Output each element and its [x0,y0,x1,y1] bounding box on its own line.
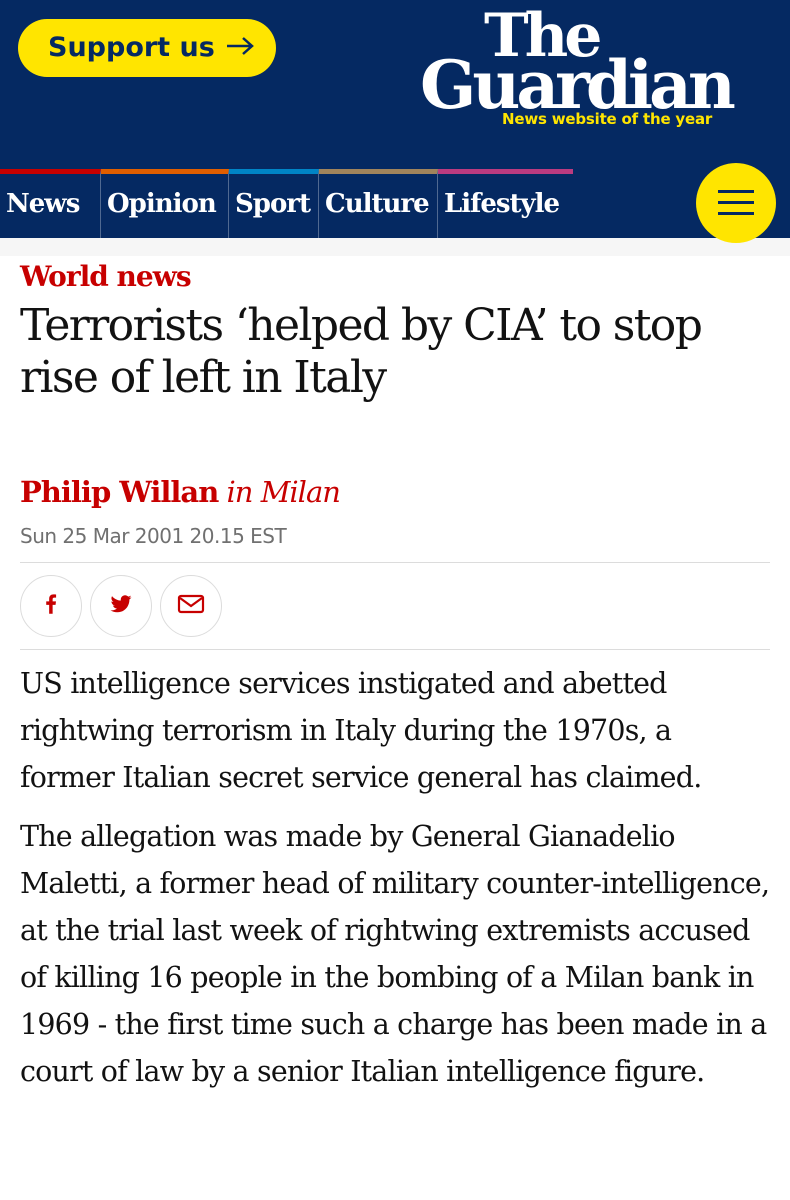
share-twitter-button[interactable] [90,575,152,637]
headline: Terrorists ‘helped by CIA’ to stop rise … [20,300,703,403]
logo-tagline: News website of the year [502,110,713,128]
nav-opinion[interactable]: Opinion [101,169,229,238]
share-email-button[interactable] [160,575,222,637]
nav-lifestyle[interactable]: Lifestyle [438,169,573,238]
body-paragraph: US intelligence services instigated and … [20,667,702,794]
primary-nav: News Opinion Sport Culture Lifestyle [0,169,790,238]
support-us-label: Support us [48,32,215,63]
site-header: Support us The Guardian News website of … [0,0,790,243]
divider [20,562,770,563]
body-paragraph: The allegation was made by General Giana… [20,820,770,1088]
email-icon [176,593,206,619]
share-facebook-button[interactable] [20,575,82,637]
menu-icon-bar [718,190,754,193]
author-link[interactable]: Philip Willan [20,475,219,509]
support-us-button[interactable]: Support us [18,19,276,77]
arrow-right-icon [225,19,255,77]
publish-date: Sun 25 Mar 2001 20.15 EST [20,524,287,548]
nav-culture[interactable]: Culture [319,169,438,238]
section-label[interactable]: World news [20,260,770,294]
byline: Philip Willan in Milan [20,474,770,510]
twitter-icon [107,590,135,622]
header-spacer [0,238,790,256]
nav-news[interactable]: News [0,169,101,238]
logo-guardian: Guardian [420,46,736,124]
menu-icon-bar [718,201,754,204]
menu-button[interactable] [696,163,776,243]
byline-location: in Milan [226,475,341,509]
share-buttons [20,575,770,637]
facebook-icon [38,591,64,621]
menu-icon-bar [718,212,754,215]
nav-sport[interactable]: Sport [229,169,319,238]
divider [20,649,770,650]
article: World news Terrorists ‘helped by CIA’ to… [0,260,790,1095]
